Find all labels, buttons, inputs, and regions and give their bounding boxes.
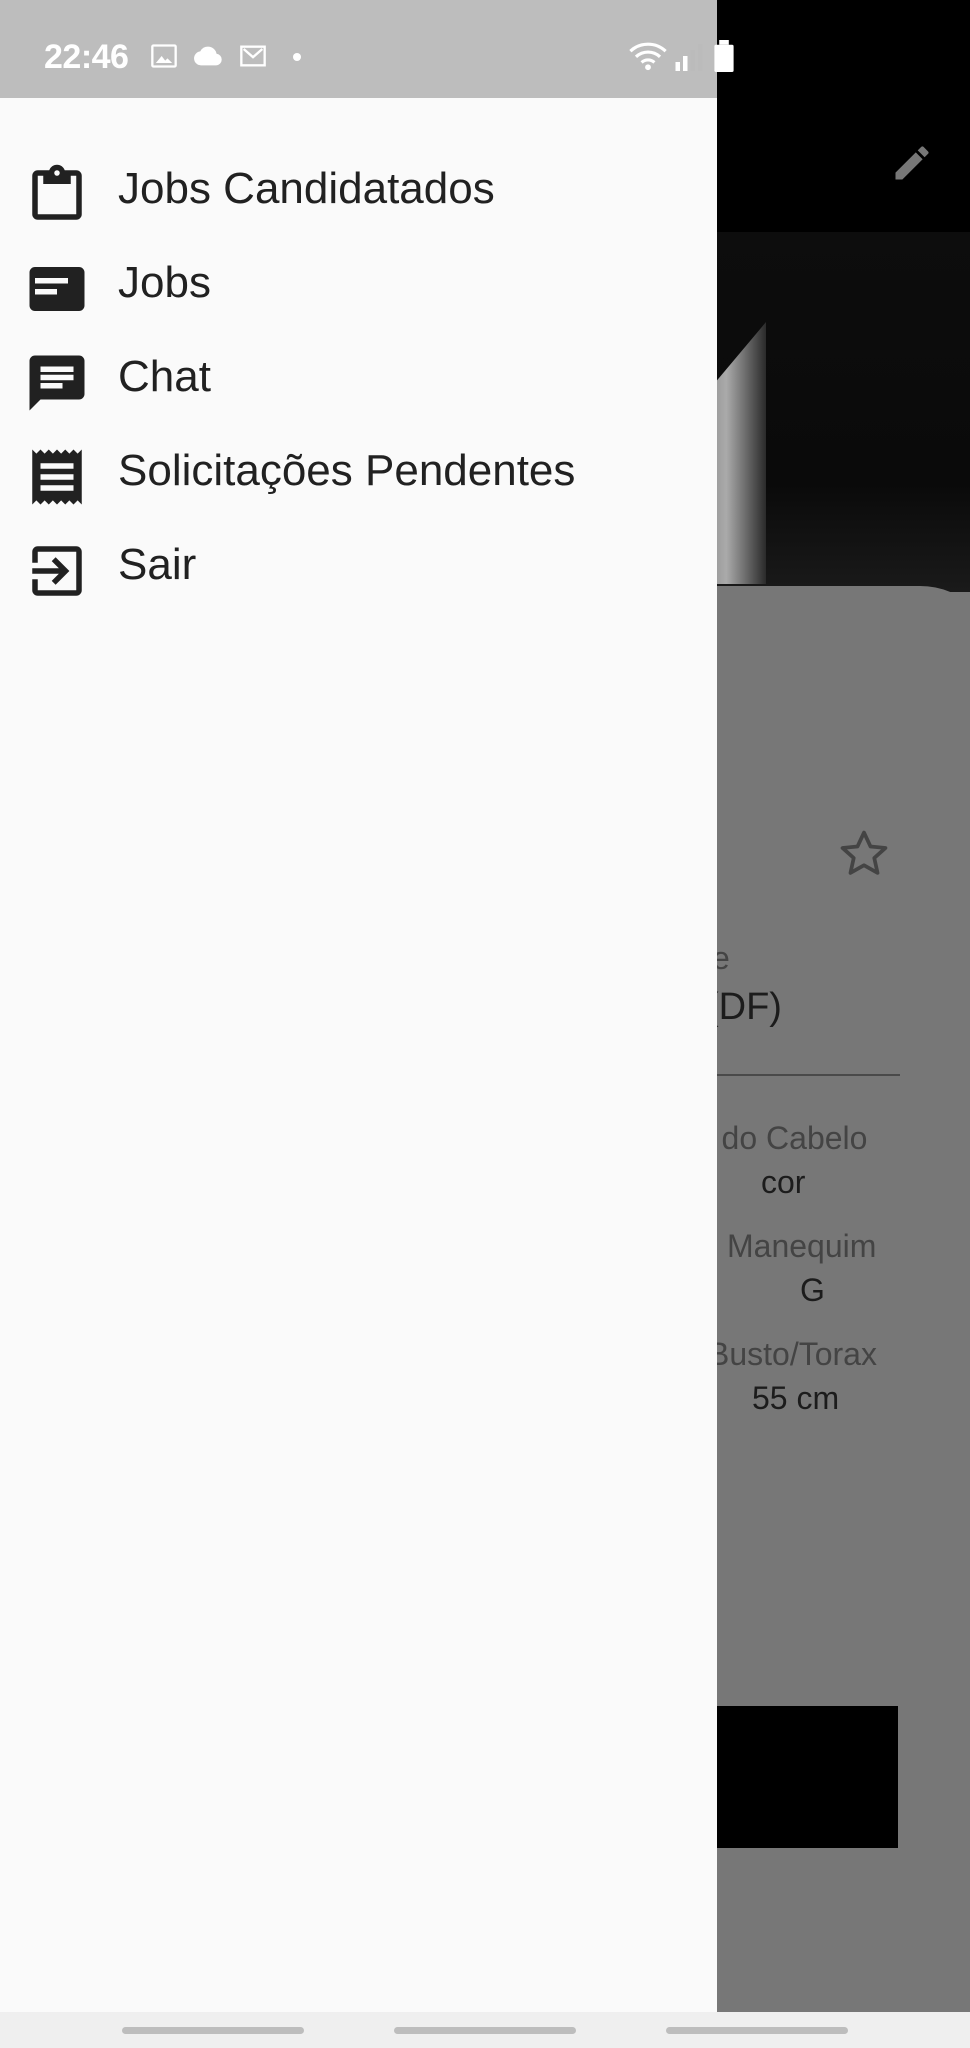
drawer-item-jobs[interactable]: Jobs xyxy=(0,240,717,332)
wifi-icon xyxy=(629,42,667,71)
drawer-item-label: Solicitações Pendentes xyxy=(118,446,576,495)
status-bar: 22:46 xyxy=(0,0,717,98)
chat-icon xyxy=(29,355,85,411)
star-icon[interactable] xyxy=(836,826,892,882)
drawer-item-label: Jobs xyxy=(118,258,211,307)
gmail-icon xyxy=(240,45,266,67)
card-icon xyxy=(29,267,85,311)
cloud-icon xyxy=(194,46,222,66)
drawer-item-label: Chat xyxy=(118,352,211,401)
receipt-icon xyxy=(32,449,82,505)
bust-value: 55 cm xyxy=(752,1380,840,1416)
background-action-button[interactable] xyxy=(690,1706,898,1848)
back-button[interactable] xyxy=(666,2027,848,2034)
edit-icon[interactable] xyxy=(890,138,934,188)
clipboard-icon xyxy=(32,164,82,220)
hair-color-value: cor xyxy=(761,1164,806,1200)
size-value: G xyxy=(800,1272,825,1308)
dot-icon xyxy=(293,53,301,61)
location-value: (DF) xyxy=(706,986,782,1028)
battery-icon xyxy=(714,40,734,72)
drawer-item-label: Jobs Candidatados xyxy=(118,164,495,213)
size-label: Manequim xyxy=(727,1228,877,1264)
home-button[interactable] xyxy=(394,2027,576,2034)
hair-color-label: r do Cabelo xyxy=(702,1120,868,1156)
signal-icon xyxy=(675,44,703,71)
status-time: 22:46 xyxy=(44,38,129,76)
recent-apps-button[interactable] xyxy=(122,2027,304,2034)
drawer-item-sair[interactable]: Sair xyxy=(0,522,717,614)
bust-label: Busto/Torax xyxy=(708,1336,877,1372)
drawer-item-chat[interactable]: Chat xyxy=(0,334,717,426)
system-navigation-bar xyxy=(0,2012,970,2048)
navigation-drawer: Jobs Candidatados Jobs Chat Solicitações… xyxy=(0,98,717,2012)
drawer-item-label: Sair xyxy=(118,540,197,589)
exit-icon xyxy=(32,546,82,596)
image-icon xyxy=(151,44,177,68)
drawer-item-solicitacoes-pendentes[interactable]: Solicitações Pendentes xyxy=(0,428,717,520)
drawer-item-jobs-candidatados[interactable]: Jobs Candidatados xyxy=(0,146,717,238)
